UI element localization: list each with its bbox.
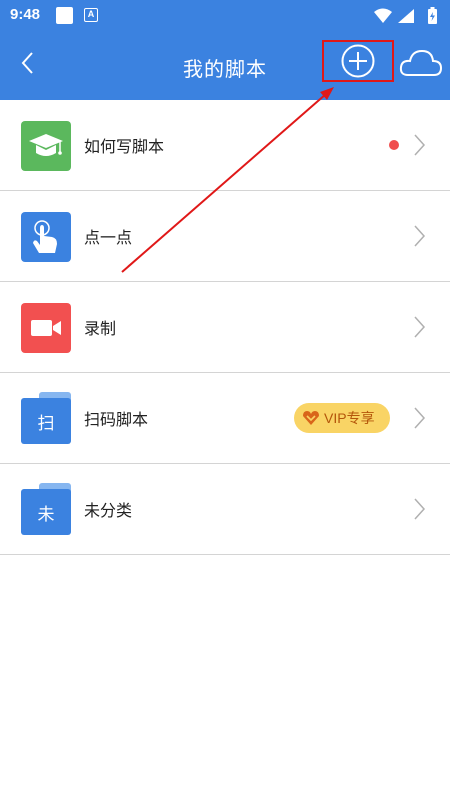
list-item-label: 点一点 <box>84 228 133 247</box>
status-time: 9:48 <box>10 6 41 23</box>
vip-badge: VIP专享 <box>294 403 390 433</box>
folder-icon: 未 <box>21 483 71 535</box>
chevron-right-icon <box>414 134 426 156</box>
cloud-sync-button[interactable] <box>398 46 444 80</box>
signal-icon <box>398 9 414 23</box>
list-item-record[interactable]: 录制 <box>0 282 450 373</box>
chevron-right-icon <box>414 498 426 520</box>
battery-icon <box>428 7 437 24</box>
list-item-uncategorized[interactable]: 未 未分类 <box>0 464 450 555</box>
chevron-right-icon <box>414 225 426 247</box>
vip-diamond-icon <box>303 411 319 425</box>
list-item-label: 未分类 <box>84 501 133 520</box>
list-item-label: 扫码脚本 <box>84 410 149 429</box>
vip-badge-label: VIP专享 <box>324 410 375 426</box>
chevron-right-icon <box>414 316 426 338</box>
add-script-button[interactable] <box>322 40 394 82</box>
status-bar: 9:48 A <box>0 0 450 32</box>
new-indicator-dot <box>389 140 399 150</box>
video-camera-icon <box>21 303 71 353</box>
cloud-icon <box>399 49 443 76</box>
tap-hand-icon <box>21 212 71 262</box>
app-bar: 我的脚本 <box>0 32 450 100</box>
chevron-right-icon <box>414 407 426 429</box>
list-item-label: 录制 <box>84 319 117 338</box>
list-item-label: 如何写脚本 <box>84 137 165 156</box>
status-indicators <box>372 7 442 25</box>
folder-icon: 扫 <box>21 392 71 444</box>
notification-icon <box>56 7 73 24</box>
notification-badge-icon: A <box>84 8 98 22</box>
wifi-icon <box>374 8 392 23</box>
plus-circle-icon <box>341 44 375 78</box>
script-list: 如何写脚本 点一点 录制 扫 扫码脚本 VIP专享 未 未分类 <box>0 100 450 555</box>
list-item-tap[interactable]: 点一点 <box>0 191 450 282</box>
list-item-how-to-write[interactable]: 如何写脚本 <box>0 100 450 191</box>
list-item-scan-script[interactable]: 扫 扫码脚本 VIP专享 <box>0 373 450 464</box>
graduation-cap-icon <box>21 121 71 171</box>
